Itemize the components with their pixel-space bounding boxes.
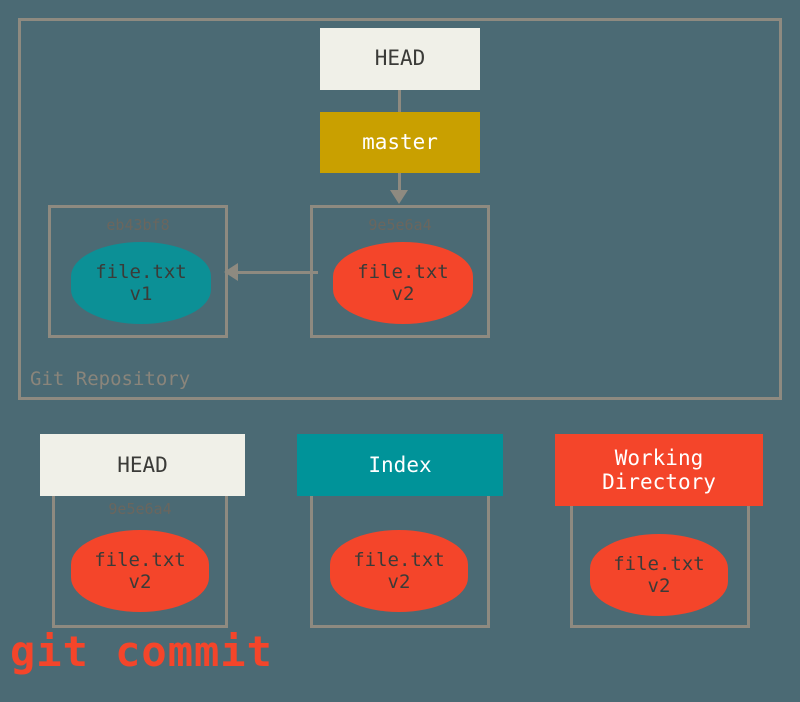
area-working-directory-label: Working Directory [602, 446, 716, 494]
blob-parent-filename: file.txt [95, 260, 187, 283]
area-working-directory-blob-version: v2 [647, 575, 671, 597]
area-head-blob-version: v2 [128, 571, 152, 593]
area-head-hash: 9e5e6a4 [108, 500, 172, 518]
area-head-header: HEAD [40, 434, 245, 496]
repo-head-pointer-box: HEAD [320, 28, 480, 90]
area-working-directory-label-line2: Directory [602, 470, 716, 494]
repo-master-branch-label: master [362, 129, 438, 154]
master-to-commit-arrow-head [390, 190, 408, 204]
area-working-directory-blob-filename: file.txt [613, 552, 705, 575]
commit-to-parent-arrow-line [238, 271, 318, 274]
diagram-canvas: Git Repository HEAD master eb43bf8 file.… [0, 0, 800, 702]
head-to-master-connector [398, 90, 401, 112]
area-working-directory-header: Working Directory [555, 434, 763, 506]
blob-current-version: v2 [391, 283, 415, 305]
area-index-blob: file.txt v2 [330, 530, 468, 612]
area-index-blob-filename: file.txt [353, 548, 445, 571]
area-head-blob: file.txt v2 [71, 530, 209, 612]
blob-current: file.txt v2 [333, 242, 473, 324]
repo-head-pointer-label: HEAD [374, 46, 426, 71]
commit-node-current: 9e5e6a4 file.txt v2 [310, 205, 490, 338]
blob-parent-version: v1 [129, 283, 153, 305]
commit-node-parent: eb43bf8 file.txt v1 [48, 205, 228, 338]
area-index-blob-version: v2 [387, 571, 411, 593]
blob-parent: file.txt v1 [71, 242, 211, 324]
area-index-header: Index [297, 434, 503, 496]
blob-current-filename: file.txt [357, 260, 449, 283]
area-index-label: Index [368, 452, 432, 477]
repo-master-branch-box: master [320, 112, 480, 173]
git-repository-label: Git Repository [30, 368, 191, 390]
area-head-label: HEAD [117, 452, 168, 477]
area-working-directory-label-line1: Working [614, 445, 704, 470]
area-working-directory-blob: file.txt v2 [590, 534, 728, 616]
command-caption: git commit [10, 627, 273, 676]
commit-hash-parent: eb43bf8 [106, 216, 170, 234]
commit-hash-current: 9e5e6a4 [368, 216, 432, 234]
area-head-blob-filename: file.txt [94, 548, 186, 571]
commit-to-parent-arrow-head [224, 263, 238, 281]
